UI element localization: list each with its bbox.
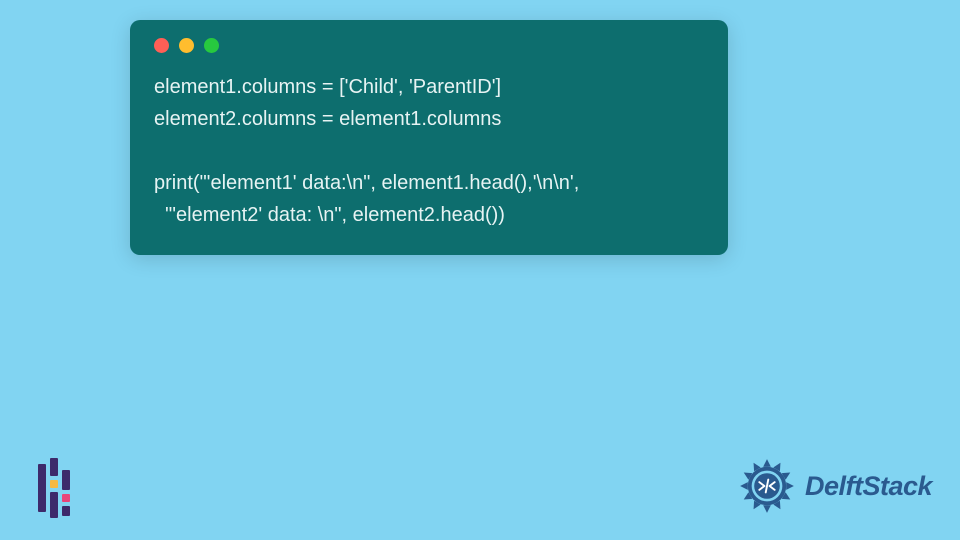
- code-line: element2.columns = element1.columns: [154, 108, 501, 130]
- brand-mark-icon: [38, 458, 78, 518]
- minimize-icon: [179, 38, 194, 53]
- window-controls: [154, 38, 704, 53]
- code-window: element1.columns = ['Child', 'ParentID']…: [130, 20, 728, 255]
- brand-logo: DelftStack: [735, 454, 932, 518]
- brand-name: DelftStack: [805, 471, 932, 502]
- code-line: "'element2' data: \n", element2.head()): [154, 204, 505, 226]
- code-line: element1.columns = ['Child', 'ParentID']: [154, 76, 501, 98]
- code-block: element1.columns = ['Child', 'ParentID']…: [154, 71, 704, 231]
- maximize-icon: [204, 38, 219, 53]
- close-icon: [154, 38, 169, 53]
- code-line: print("'element1' data:\n", element1.hea…: [154, 172, 579, 194]
- gear-icon: [735, 454, 799, 518]
